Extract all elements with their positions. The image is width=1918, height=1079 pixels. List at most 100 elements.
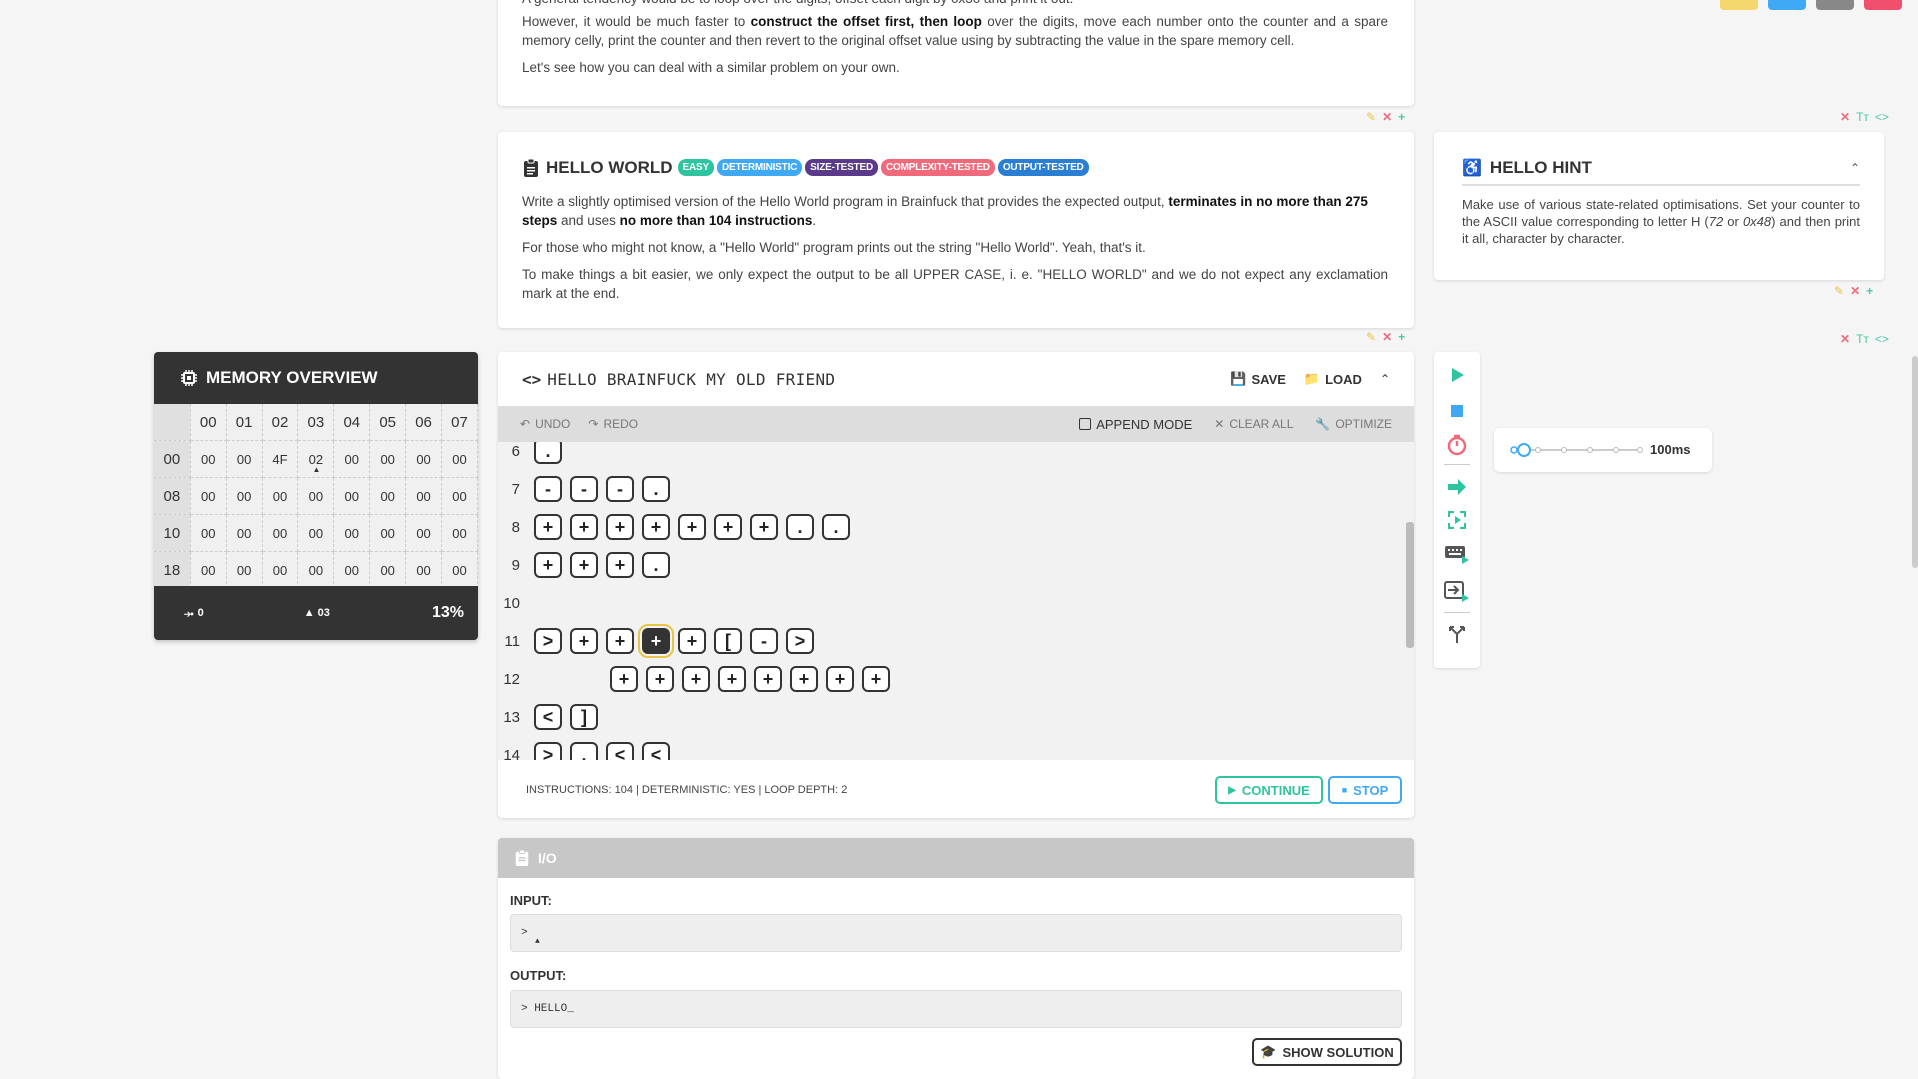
- instruction-token[interactable]: -: [570, 476, 598, 502]
- scrollbar-thumb[interactable]: [1406, 522, 1414, 648]
- instruction-token[interactable]: ]: [570, 704, 598, 730]
- clear-all-button[interactable]: ✕ CLEAR ALL: [1214, 417, 1293, 431]
- close-icon[interactable]: ✕: [1840, 110, 1850, 124]
- text-size-icon[interactable]: Tт: [1856, 110, 1869, 124]
- close-icon[interactable]: ✕: [1382, 110, 1392, 124]
- swatch-red[interactable]: [1864, 0, 1902, 10]
- memory-percent: 13%: [431, 604, 464, 621]
- instruction-token[interactable]: >: [534, 742, 562, 760]
- instruction-token[interactable]: +: [570, 514, 598, 540]
- input-field[interactable]: > ▲: [510, 914, 1402, 952]
- io-control[interactable]: [1434, 580, 1480, 602]
- instruction-token[interactable]: >: [786, 628, 814, 654]
- swatch-blue[interactable]: [1768, 0, 1806, 10]
- step-control[interactable]: [1434, 478, 1480, 496]
- append-mode-checkbox[interactable]: APPEND MODE: [1079, 417, 1192, 432]
- focus-control[interactable]: [1434, 510, 1480, 530]
- close-icon[interactable]: ✕: [1840, 332, 1850, 346]
- instruction-token[interactable]: +: [750, 514, 778, 540]
- instruction-token[interactable]: +: [678, 628, 706, 654]
- memory-cell: 00: [226, 477, 263, 515]
- instruction-token[interactable]: +: [570, 552, 598, 578]
- plus-icon[interactable]: +: [1398, 110, 1405, 124]
- instruction-token[interactable]: +: [606, 514, 634, 540]
- difficulty-badge: EASY: [677, 159, 714, 177]
- task-title: HELLO WORLD: [546, 158, 673, 177]
- optimize-button[interactable]: 🔧 OPTIMIZE: [1315, 417, 1392, 431]
- io-header: I/O: [498, 838, 1414, 878]
- instruction-token[interactable]: +: [862, 666, 890, 692]
- instruction-token[interactable]: +: [606, 628, 634, 654]
- instruction-token[interactable]: +: [646, 666, 674, 692]
- instruction-token[interactable]: +: [682, 666, 710, 692]
- output-label: OUTPUT:: [510, 968, 567, 983]
- plus-icon[interactable]: +: [1398, 330, 1405, 344]
- text-size-icon[interactable]: Tт: [1856, 332, 1869, 346]
- instruction-token[interactable]: -: [750, 628, 778, 654]
- continue-button[interactable]: ▶ CONTINUE: [1215, 776, 1323, 804]
- memory-cell: 00: [369, 514, 407, 552]
- instruction-token[interactable]: >: [534, 628, 562, 654]
- speed-slider[interactable]: [1508, 428, 1648, 472]
- scrollbar-track[interactable]: [1406, 442, 1414, 760]
- stop-control[interactable]: [1434, 402, 1480, 420]
- instruction-token[interactable]: +: [642, 514, 670, 540]
- accessibility-icon: ♿: [1462, 160, 1482, 177]
- pencil-icon[interactable]: ✎: [1366, 330, 1376, 344]
- instruction-token[interactable]: -: [534, 476, 562, 502]
- instruction-token[interactable]: +: [790, 666, 818, 692]
- load-button[interactable]: 📁 LOAD: [1304, 371, 1362, 387]
- instruction-token[interactable]: +: [754, 666, 782, 692]
- swatch-yellow[interactable]: [1720, 0, 1758, 10]
- play-control[interactable]: [1434, 366, 1480, 384]
- instruction-token[interactable]: [: [714, 628, 742, 654]
- instruction-token[interactable]: .: [822, 514, 850, 540]
- instruction-token[interactable]: <: [606, 742, 634, 760]
- instruction-token[interactable]: +: [606, 552, 634, 578]
- plus-icon[interactable]: +: [1866, 284, 1873, 298]
- branch-control[interactable]: [1434, 624, 1480, 644]
- stop-button[interactable]: ■ STOP: [1328, 776, 1402, 804]
- instruction-token[interactable]: -: [606, 476, 634, 502]
- pencil-icon[interactable]: ✎: [1834, 284, 1844, 298]
- collapse-icon[interactable]: ⌃: [1380, 372, 1390, 386]
- memory-cell: 00: [297, 551, 335, 589]
- undo-button[interactable]: ↶ UNDO: [520, 417, 570, 431]
- instruction-token[interactable]: <: [534, 704, 562, 730]
- code-icon[interactable]: <>: [1875, 110, 1889, 124]
- code-area[interactable]: 6. 7- - -. 8 + + + + + + +.. 9 + + +. 10 11 > + + + +[- >12 + + + +…: [498, 442, 1414, 760]
- instruction-token[interactable]: +: [570, 628, 598, 654]
- close-icon[interactable]: ✕: [1382, 330, 1392, 344]
- page-scrollbar-thumb[interactable]: [1912, 356, 1918, 568]
- collapse-icon[interactable]: ⌃: [1850, 161, 1860, 175]
- instruction-token[interactable]: +: [826, 666, 854, 692]
- instruction-token[interactable]: .: [642, 552, 670, 578]
- divider: [1444, 464, 1470, 465]
- timer-control[interactable]: [1434, 434, 1480, 456]
- memory-panel: MEMORY OVERVIEW 00 01 02 03 04 05 06 07 00 00 00 4F…: [154, 352, 478, 640]
- keyboard-input-control[interactable]: [1434, 544, 1480, 564]
- line-number: 8: [511, 518, 520, 536]
- instruction-token[interactable]: +: [534, 514, 562, 540]
- code-icon[interactable]: <>: [1875, 332, 1889, 346]
- instruction-token[interactable]: .: [642, 476, 670, 502]
- current-instruction[interactable]: +: [638, 624, 674, 658]
- save-button[interactable]: 💾 SAVE: [1230, 371, 1286, 387]
- instruction-token[interactable]: +: [714, 514, 742, 540]
- instruction-token[interactable]: .: [570, 742, 598, 760]
- pencil-icon[interactable]: ✎: [1366, 110, 1376, 124]
- swatch-gray[interactable]: [1816, 0, 1854, 10]
- close-icon[interactable]: ✕: [1850, 284, 1860, 298]
- memory-row-header: 18: [154, 551, 191, 589]
- folder-icon: 📁: [1303, 371, 1321, 386]
- instruction-token[interactable]: +: [678, 514, 706, 540]
- instruction-token[interactable]: +: [718, 666, 746, 692]
- show-solution-button[interactable]: 🎓 SHOW SOLUTION: [1252, 1038, 1402, 1066]
- page-scrollbar-track[interactable]: [1910, 0, 1918, 1079]
- instruction-token[interactable]: .: [786, 514, 814, 540]
- redo-button[interactable]: ↷ REDO: [588, 417, 638, 431]
- instruction-token[interactable]: +: [534, 552, 562, 578]
- instruction-token[interactable]: +: [610, 666, 638, 692]
- instruction-token[interactable]: .: [534, 442, 562, 464]
- instruction-token[interactable]: <: [642, 742, 670, 760]
